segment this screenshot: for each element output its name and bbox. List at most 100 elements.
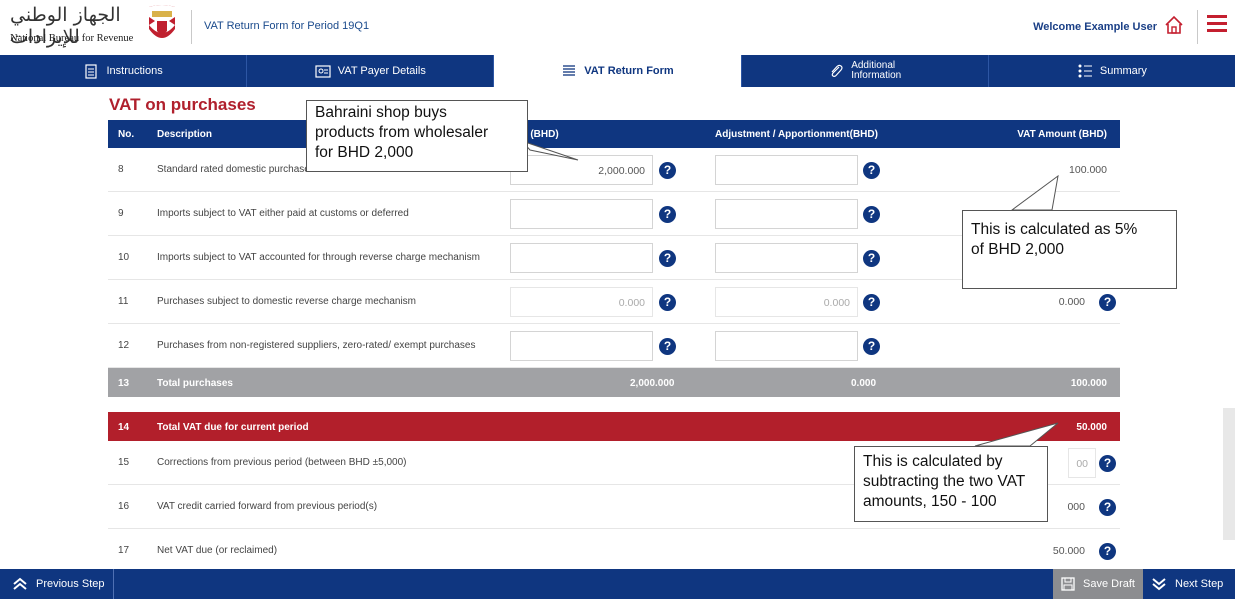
- row-description: Purchases subject to domestic reverse ch…: [157, 296, 417, 307]
- callout-text: products from wholesaler: [315, 124, 489, 141]
- header-divider: [1197, 10, 1198, 44]
- scrollbar[interactable]: [1223, 408, 1235, 540]
- row-number: 11: [118, 296, 129, 307]
- tab-label: VAT Payer Details: [337, 65, 426, 77]
- tab-label: VAT Return Form: [584, 65, 674, 77]
- help-icon[interactable]: ?: [1099, 294, 1116, 311]
- adjustment-input[interactable]: [715, 243, 858, 273]
- emblem-icon: [149, 5, 175, 38]
- column-header-no: No.: [118, 129, 135, 140]
- row-description: Purchases from non-registered suppliers,…: [157, 340, 476, 351]
- welcome-text[interactable]: Welcome Example User: [1033, 21, 1157, 33]
- callout-text: This is calculated by: [863, 453, 1003, 470]
- help-icon[interactable]: ?: [1099, 543, 1116, 560]
- adjustment-input[interactable]: [715, 331, 858, 361]
- help-icon[interactable]: ?: [659, 338, 676, 355]
- vat-amount: 50.000: [1052, 545, 1085, 557]
- list-icon: [563, 65, 576, 76]
- paperclip-icon: [831, 64, 843, 77]
- total-purchases-row: 13 Total purchases 2,000.000 0.000 100.0…: [108, 368, 1120, 397]
- row-description: Total VAT due for current period: [157, 422, 309, 433]
- help-icon[interactable]: ?: [659, 250, 676, 267]
- tab-label: Additional Information: [851, 60, 902, 81]
- help-icon[interactable]: ?: [863, 162, 880, 179]
- hamburger-menu-icon[interactable]: [1207, 15, 1227, 33]
- annotation-callout-subtraction: This is calculated by subtracting the tw…: [854, 446, 1048, 522]
- save-icon: [1061, 577, 1075, 591]
- annotation-callout-purchase: Bahraini shop buys products from wholesa…: [306, 100, 528, 172]
- total-adjustment: 0.000: [851, 378, 877, 389]
- home-icon[interactable]: [1163, 14, 1185, 36]
- amount-input[interactable]: 2,000.000: [510, 155, 653, 185]
- id-card-icon: [315, 65, 331, 78]
- column-header-adjustment: Adjustment / Apportionment(BHD): [715, 129, 878, 140]
- next-step-label: Next Step: [1175, 578, 1224, 590]
- callout-text: amounts, 150 - 100: [863, 493, 997, 510]
- table-row: 12 Purchases from non-registered supplie…: [108, 324, 1120, 368]
- double-chevron-up-icon: [13, 577, 27, 590]
- section-title: VAT on purchases: [109, 95, 256, 114]
- row-number: 15: [118, 457, 130, 468]
- adjustment-input[interactable]: [715, 155, 858, 185]
- vat-amount: 0.000: [1058, 296, 1085, 308]
- vat-amount: 000: [1067, 501, 1085, 513]
- header-divider: [191, 10, 192, 44]
- help-icon[interactable]: ?: [659, 162, 676, 179]
- row-description: Standard rated domestic purchases: [157, 164, 315, 175]
- total-vat-due-row: 14 Total VAT due for current period 50.0…: [108, 412, 1120, 441]
- page-title: VAT Return Form for Period 19Q1: [204, 20, 370, 32]
- amount-input[interactable]: [510, 199, 653, 229]
- amount-input[interactable]: [510, 331, 653, 361]
- adjustment-input[interactable]: [715, 199, 858, 229]
- bullet-list-icon: [1078, 64, 1092, 78]
- tab-vat-return-form[interactable]: VAT Return Form: [494, 55, 742, 87]
- callout-text: for BHD 2,000: [315, 144, 414, 161]
- help-icon[interactable]: ?: [863, 250, 880, 267]
- help-icon[interactable]: ?: [659, 206, 676, 223]
- row-description: Imports subject to VAT either paid at cu…: [157, 208, 409, 219]
- row-number: 14: [118, 422, 130, 433]
- tab-vat-payer-details[interactable]: VAT Payer Details: [247, 55, 495, 87]
- row-number: 16: [118, 501, 130, 512]
- adjustment-field-readonly: 0.000: [715, 287, 858, 317]
- help-icon[interactable]: ?: [1099, 455, 1116, 472]
- annotation-callout-vat-5-percent: This is calculated as 5% of BHD 2,000: [962, 210, 1177, 289]
- total-amount: 2,000.000: [630, 378, 675, 389]
- tab-label: Instructions: [106, 65, 163, 77]
- logo-english-text: National Bureau for Revenue: [10, 33, 134, 44]
- row-number: 12: [118, 340, 130, 351]
- help-icon[interactable]: ?: [863, 338, 880, 355]
- clipboard-icon: [85, 64, 98, 79]
- save-draft-button[interactable]: Save Draft: [1053, 569, 1143, 599]
- help-icon[interactable]: ?: [863, 206, 880, 223]
- row-description: Corrections from previous period (betwee…: [157, 457, 407, 468]
- row-description: VAT credit carried forward from previous…: [157, 501, 378, 512]
- row-number: 9: [118, 208, 124, 219]
- previous-step-label: Previous Step: [36, 578, 105, 590]
- footer-bar: Previous Step Save Draft Next Step: [0, 569, 1235, 599]
- table-row: 8 Standard rated domestic purchases 2,00…: [108, 148, 1120, 192]
- vat-amount: 100.000: [1069, 164, 1107, 176]
- amount-field-readonly: 0.000: [510, 287, 653, 317]
- tab-instructions[interactable]: Instructions: [0, 55, 248, 87]
- row-description: Total purchases: [157, 378, 233, 389]
- tab-additional-information[interactable]: Additional Information: [742, 55, 989, 87]
- amount-input[interactable]: [510, 243, 653, 273]
- row-description: Imports subject to VAT accounted for thr…: [157, 252, 480, 263]
- row-number: 17: [118, 545, 130, 556]
- callout-text: subtracting the two VAT: [863, 473, 1026, 490]
- next-step-button[interactable]: Next Step: [1143, 569, 1235, 599]
- tab-label: Summary: [1099, 65, 1147, 77]
- table-header: No. Description unt (BHD) Adjustment / A…: [108, 120, 1120, 148]
- callout-text: of BHD 2,000: [971, 241, 1065, 258]
- previous-step-button[interactable]: Previous Step: [0, 569, 114, 599]
- help-icon[interactable]: ?: [659, 294, 676, 311]
- tab-summary[interactable]: Summary: [989, 55, 1235, 87]
- table-row: 17 Net VAT due (or reclaimed) 50.000 ?: [108, 529, 1120, 573]
- correction-input[interactable]: 00: [1068, 448, 1096, 478]
- help-icon[interactable]: ?: [863, 294, 880, 311]
- callout-text: This is calculated as 5%: [971, 221, 1138, 238]
- row-description: Net VAT due (or reclaimed): [157, 545, 278, 556]
- help-icon[interactable]: ?: [1099, 499, 1116, 516]
- row-number: 10: [118, 252, 130, 263]
